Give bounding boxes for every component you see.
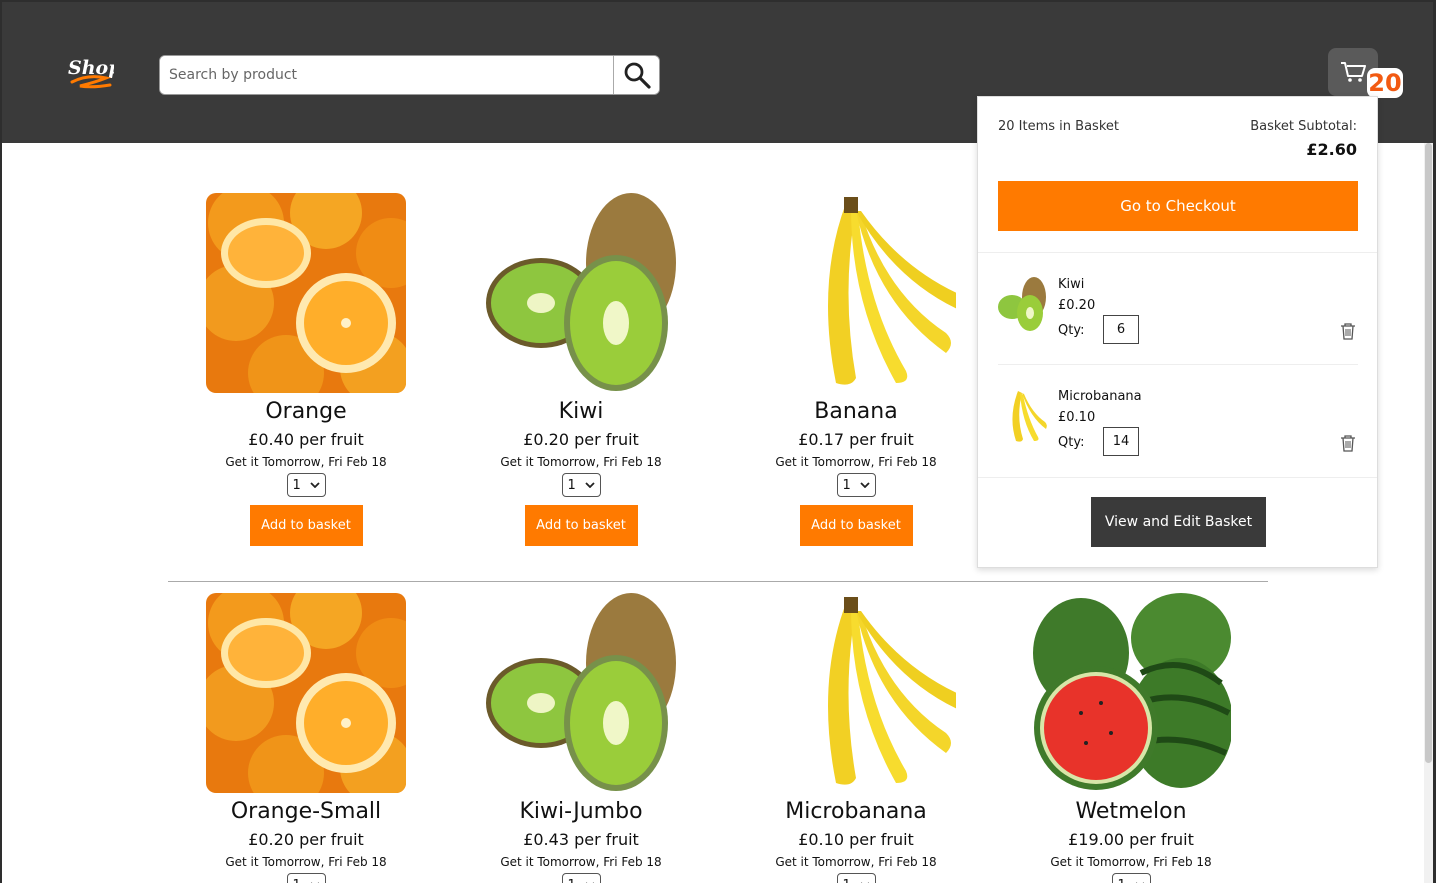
product-image[interactable] bbox=[756, 593, 956, 793]
quantity-select[interactable]: 1 bbox=[286, 473, 326, 497]
delivery-info: Get it Tomorrow, Fri Feb 18 bbox=[500, 855, 662, 869]
product-name[interactable]: Microbanana bbox=[726, 799, 986, 825]
basket-item-name[interactable]: Kiwi bbox=[1058, 277, 1084, 292]
delivery-info: Get it Tomorrow, Fri Feb 18 bbox=[500, 455, 662, 469]
product-price: £0.20 per fruit bbox=[523, 430, 639, 449]
product-price: £0.10 per fruit bbox=[798, 830, 914, 849]
quantity-select[interactable]: 1 bbox=[561, 473, 601, 497]
delivery-info: Get it Tomorrow, Fri Feb 18 bbox=[1050, 855, 1212, 869]
product-price: £0.43 per fruit bbox=[523, 830, 639, 849]
delivery-info: Get it Tomorrow, Fri Feb 18 bbox=[225, 455, 387, 469]
shop-logo[interactable]: Shop bbox=[66, 52, 114, 94]
basket-dropdown: 20 Items in Basket Basket Subtotal: £2.6… bbox=[977, 96, 1378, 568]
scrollbar-thumb[interactable] bbox=[1425, 143, 1432, 763]
basket-item-divider bbox=[998, 364, 1358, 365]
basket-item: Kiwi £0.20 Qty: 6 bbox=[998, 265, 1358, 365]
basket-item-price: £0.10 bbox=[1058, 410, 1096, 425]
add-to-basket-button[interactable]: Add to basket bbox=[524, 505, 638, 546]
product-image[interactable] bbox=[481, 593, 681, 793]
delivery-info: Get it Tomorrow, Fri Feb 18 bbox=[775, 855, 937, 869]
view-edit-basket-button[interactable]: View and Edit Basket bbox=[1091, 497, 1266, 547]
quantity-value: 1 bbox=[292, 477, 301, 493]
cart-icon bbox=[1341, 62, 1366, 82]
product-price: £19.00 per fruit bbox=[1068, 830, 1194, 849]
chevron-down-icon bbox=[584, 482, 595, 488]
basket-item-price: £0.20 bbox=[1058, 298, 1096, 313]
product-image[interactable] bbox=[206, 593, 406, 793]
product-image[interactable] bbox=[756, 193, 956, 393]
basket-qty-label: Qty: bbox=[1058, 435, 1085, 450]
product-card-wetmelon: Wetmelon £19.00 per fruit Get it Tomorro… bbox=[1001, 593, 1261, 883]
product-name[interactable]: Kiwi-Jumbo bbox=[451, 799, 711, 825]
basket-divider bbox=[978, 477, 1377, 478]
quantity-value: 1 bbox=[568, 878, 576, 883]
quantity-select[interactable]: 1 bbox=[561, 873, 601, 883]
basket-item-image bbox=[1012, 391, 1047, 442]
product-card-orange: Orange £0.40 per fruit Get it Tomorrow, … bbox=[176, 193, 436, 546]
row-divider bbox=[168, 581, 1268, 582]
product-price: £0.40 per fruit bbox=[248, 430, 364, 449]
product-price: £0.17 per fruit bbox=[798, 430, 914, 449]
product-image[interactable] bbox=[1031, 593, 1231, 793]
quantity-value: 1 bbox=[1118, 878, 1126, 883]
page-scrollbar[interactable] bbox=[1424, 143, 1433, 883]
quantity-select[interactable]: 1 bbox=[836, 873, 876, 883]
chevron-down-icon bbox=[859, 482, 870, 488]
product-card-microbanana: Microbanana £0.10 per fruit Get it Tomor… bbox=[726, 593, 986, 883]
delivery-info: Get it Tomorrow, Fri Feb 18 bbox=[775, 455, 937, 469]
basket-qty-input[interactable]: 6 bbox=[1103, 315, 1139, 344]
product-name[interactable]: Orange bbox=[176, 399, 436, 425]
search-button[interactable] bbox=[613, 56, 659, 94]
basket-item-name[interactable]: Microbanana bbox=[1058, 389, 1142, 404]
product-card-kiwi-jumbo: Kiwi-Jumbo £0.43 per fruit Get it Tomorr… bbox=[451, 593, 711, 883]
quantity-value: 1 bbox=[843, 878, 851, 883]
basket-item: Microbanana £0.10 Qty: 14 bbox=[998, 377, 1358, 477]
trash-icon[interactable] bbox=[1338, 321, 1358, 341]
delivery-info: Get it Tomorrow, Fri Feb 18 bbox=[225, 855, 387, 869]
quantity-value: 1 bbox=[293, 878, 301, 883]
add-to-basket-button[interactable]: Add to basket bbox=[799, 505, 913, 546]
basket-item-image bbox=[998, 277, 1046, 331]
product-name[interactable]: Kiwi bbox=[451, 399, 711, 425]
basket-subtotal-value: £2.60 bbox=[1306, 140, 1357, 159]
basket-qty-label: Qty: bbox=[1058, 323, 1085, 338]
trash-icon[interactable] bbox=[1338, 433, 1358, 453]
basket-qty-input[interactable]: 14 bbox=[1103, 427, 1139, 456]
chevron-down-icon bbox=[309, 482, 320, 488]
basket-divider bbox=[978, 252, 1377, 253]
product-card-banana: Banana £0.17 per fruit Get it Tomorrow, … bbox=[726, 193, 986, 546]
product-name[interactable]: Orange-Small bbox=[176, 799, 436, 825]
product-price: £0.20 per fruit bbox=[248, 830, 364, 849]
search-icon bbox=[624, 62, 651, 89]
add-to-basket-button[interactable]: Add to basket bbox=[249, 505, 363, 546]
quantity-value: 1 bbox=[567, 477, 576, 493]
quantity-select[interactable]: 1 bbox=[286, 873, 326, 883]
basket-items-count: 20 Items in Basket bbox=[998, 119, 1119, 134]
product-image[interactable] bbox=[206, 193, 406, 393]
product-name[interactable]: Banana bbox=[726, 399, 986, 425]
quantity-select[interactable]: 1 bbox=[1111, 873, 1151, 883]
cart-count-badge: 20 bbox=[1367, 68, 1403, 98]
go-to-checkout-button[interactable]: Go to Checkout bbox=[998, 181, 1358, 231]
basket-subtotal-label: Basket Subtotal: bbox=[1250, 119, 1357, 134]
product-card-orange-small: Orange-Small £0.20 per fruit Get it Tomo… bbox=[176, 593, 436, 883]
quantity-value: 1 bbox=[842, 477, 851, 493]
product-card-kiwi: Kiwi £0.20 per fruit Get it Tomorrow, Fr… bbox=[451, 193, 711, 546]
search-bar bbox=[159, 55, 660, 95]
quantity-select[interactable]: 1 bbox=[836, 473, 876, 497]
product-name[interactable]: Wetmelon bbox=[1001, 799, 1261, 825]
search-input[interactable] bbox=[160, 56, 613, 94]
product-image[interactable] bbox=[481, 193, 681, 393]
